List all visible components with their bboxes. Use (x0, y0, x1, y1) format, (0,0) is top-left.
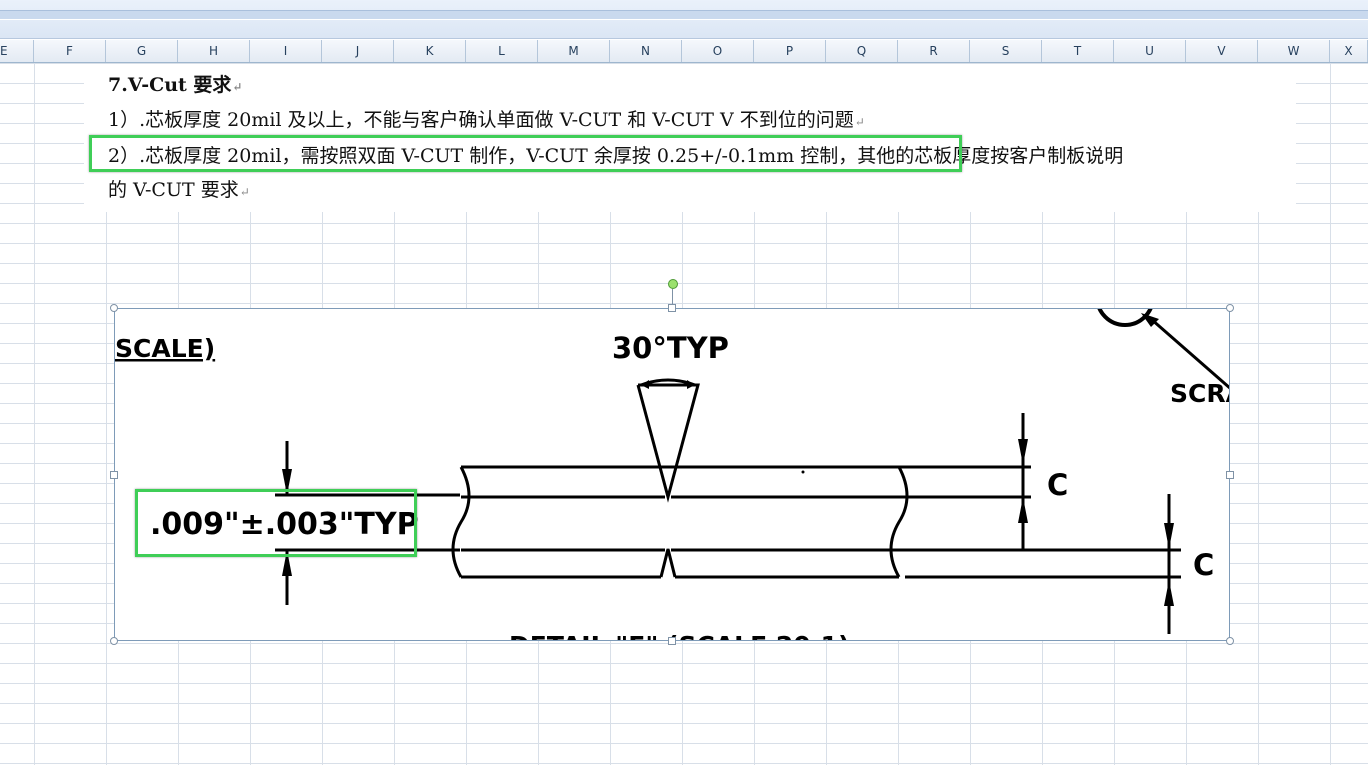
resize-handle-top-left[interactable] (110, 304, 118, 312)
column-header-f[interactable]: F (34, 40, 106, 62)
paragraph-mark-icon: ↵ (232, 80, 243, 94)
ribbon-strip (0, 0, 1368, 39)
resize-handle-middle-left[interactable] (110, 471, 118, 479)
scrap-label: SCRA (1170, 379, 1230, 408)
c-label-upper: C (1047, 468, 1068, 502)
bottom-vcut-groove (659, 548, 677, 578)
column-header-i[interactable]: I (250, 40, 322, 62)
column-header-w[interactable]: W (1258, 40, 1330, 62)
resize-handle-bottom-left[interactable] (110, 637, 118, 645)
column-header-t[interactable]: T (1042, 40, 1114, 62)
rotate-handle[interactable] (668, 279, 678, 289)
column-header-n[interactable]: N (610, 40, 682, 62)
item-2-line-2-text: 的 V-CUT 要求 (108, 179, 239, 201)
c-label-lower: C (1193, 548, 1214, 582)
column-header-p[interactable]: P (754, 40, 826, 62)
column-header-q[interactable]: Q (826, 40, 898, 62)
resize-handle-bottom-right[interactable] (1226, 637, 1234, 645)
scale-label: SCALE) (115, 334, 215, 363)
column-header-j[interactable]: J (322, 40, 394, 62)
paragraph-mark-icon: ↵ (239, 185, 250, 199)
heading-text: 7.V-Cut 要求 (108, 74, 232, 96)
column-header-l[interactable]: L (466, 40, 538, 62)
paragraph-mark-icon: ↵ (854, 115, 865, 129)
stray-dot (801, 470, 805, 474)
detail-label: DETAIL "E" (SCALE 20:1) (509, 631, 850, 641)
column-header-e[interactable]: E (0, 40, 34, 62)
item-1-text: 1）.芯板厚度 20mil 及以上，不能与客户确认单面做 V-CUT 和 V-C… (108, 109, 854, 131)
highlight-box-vcut-requirement (89, 135, 962, 172)
column-header-u[interactable]: U (1114, 40, 1186, 62)
column-header-m[interactable]: M (538, 40, 610, 62)
left-break-line (451, 466, 471, 578)
column-header-s[interactable]: S (970, 40, 1042, 62)
drawing-image[interactable]: SCALE) 30°TYP SCRA C C .009"±.003"T (114, 308, 1230, 641)
column-header-x[interactable]: X (1330, 40, 1368, 62)
column-header-k[interactable]: K (394, 40, 466, 62)
resize-handle-bottom-center[interactable] (668, 637, 676, 645)
column-header-o[interactable]: O (682, 40, 754, 62)
formula-bar-edge (0, 10, 1368, 20)
column-header-r[interactable]: R (898, 40, 970, 62)
column-header-bar: E F G H I J K L M N O P Q R S T U V W X (0, 40, 1368, 63)
vcut-blade-outline (636, 383, 700, 503)
column-header-v[interactable]: V (1186, 40, 1258, 62)
resize-handle-top-right[interactable] (1226, 304, 1234, 312)
highlight-box-thickness (135, 489, 417, 557)
vcut-detail-drawing: SCALE) 30°TYP SCRA C C .009"±.003"T (115, 309, 1230, 641)
section-heading: 7.V-Cut 要求↵ (108, 70, 242, 97)
column-header-g[interactable]: G (106, 40, 178, 62)
angle-label: 30°TYP (612, 331, 729, 365)
requirement-item-1: 1）.芯板厚度 20mil 及以上，不能与客户确认单面做 V-CUT 和 V-C… (108, 105, 865, 132)
resize-handle-top-center[interactable] (668, 304, 676, 312)
right-break-line (889, 466, 909, 578)
resize-handle-middle-right[interactable] (1226, 471, 1234, 479)
column-header-h[interactable]: H (178, 40, 250, 62)
requirement-item-2-line-2: 的 V-CUT 要求↵ (108, 175, 250, 202)
